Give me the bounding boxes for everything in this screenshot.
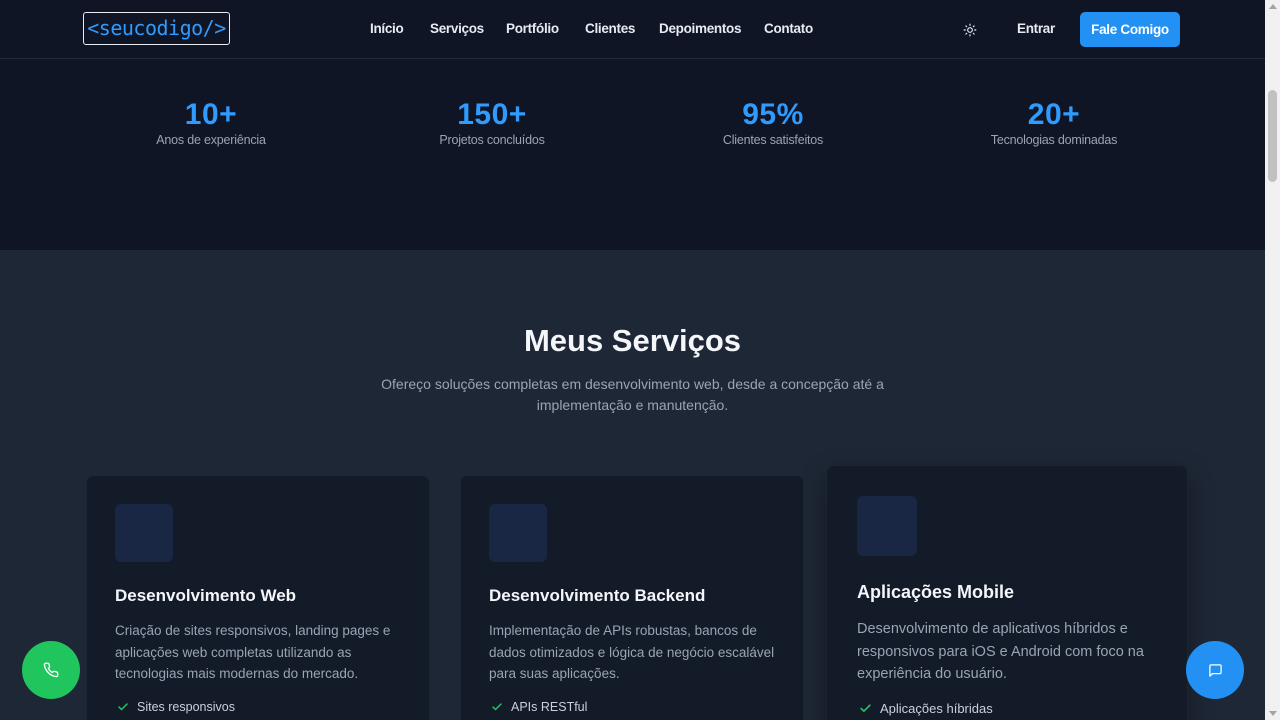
- check-icon: [118, 703, 128, 711]
- nav-link-depoimentos[interactable]: Depoimentos: [659, 21, 742, 36]
- theme-toggle-button[interactable]: [959, 19, 981, 41]
- site-header: <seucodigo/> Início Serviços Portfólio C…: [0, 0, 1265, 59]
- nav-link-portfolio[interactable]: Portfólio: [506, 21, 559, 36]
- stats-section: 10+ Anos de experiência 150+ Projetos co…: [0, 59, 1265, 250]
- nav-link-inicio[interactable]: Início: [370, 21, 404, 36]
- stat-label: Tecnologias dominadas: [990, 133, 1118, 147]
- chat-icon: [1208, 663, 1222, 677]
- logo[interactable]: <seucodigo/>: [83, 12, 230, 45]
- nav-link-clientes[interactable]: Clientes: [585, 21, 635, 36]
- sun-icon: [963, 23, 977, 37]
- stat-label: Clientes satisfeitos: [722, 133, 824, 147]
- card-feature-label: Sites responsivos: [137, 700, 235, 714]
- chat-button[interactable]: [1186, 641, 1244, 699]
- code-icon: [115, 504, 173, 562]
- stat-item: 95% Clientes satisfeitos: [653, 97, 893, 147]
- login-button[interactable]: Entrar: [1017, 21, 1055, 36]
- card-description: Desenvolvimento de aplicativos híbridos …: [857, 621, 1144, 682]
- services-section: Meus Serviços Ofereço soluções completas…: [0, 250, 1265, 720]
- scroll-up-arrow-icon[interactable]: [1269, 4, 1277, 9]
- phone-icon: [43, 662, 59, 678]
- smartphone-icon: [857, 496, 917, 556]
- stat-item: 10+ Anos de experiência: [91, 97, 331, 147]
- card-feature: Sites responsivos: [117, 700, 235, 714]
- check-icon: [860, 704, 871, 713]
- service-card-mobile[interactable]: Aplicações Mobile Desenvolvimento de apl…: [826, 465, 1188, 720]
- card-feature: Aplicações híbridas: [859, 701, 993, 716]
- scrollbar-thumb[interactable]: [1268, 90, 1277, 182]
- server-icon: [489, 504, 547, 562]
- card-title: Aplicações Mobile: [857, 582, 1015, 602]
- page-scrollbar[interactable]: [1265, 0, 1280, 720]
- stat-value: 150+: [457, 98, 527, 131]
- scroll-down-arrow-icon[interactable]: [1269, 711, 1277, 716]
- section-title: Meus Serviços: [523, 323, 742, 358]
- card-title: Desenvolvimento Web: [115, 586, 297, 605]
- section-subtitle: Ofereço soluções completas em desenvolvi…: [381, 376, 884, 413]
- stat-label: Projetos concluídos: [439, 133, 545, 147]
- card-description: Implementação de APIs robustas, bancos d…: [489, 623, 775, 681]
- card-feature-label: Aplicações híbridas: [880, 701, 993, 716]
- phone-button[interactable]: [22, 641, 80, 699]
- nav-link-contato[interactable]: Contato: [764, 21, 813, 36]
- nav-link-servicos[interactable]: Serviços: [430, 21, 484, 36]
- stat-value: 95%: [742, 98, 804, 131]
- card-feature: APIs RESTful: [491, 700, 587, 714]
- card-feature-label: APIs RESTful: [511, 700, 588, 714]
- check-icon: [492, 703, 502, 711]
- stat-item: 20+ Tecnologias dominadas: [934, 97, 1174, 147]
- contact-cta-button[interactable]: Fale Comigo: [1080, 12, 1180, 47]
- stat-item: 150+ Projetos concluídos: [372, 97, 612, 147]
- stat-label: Anos de experiência: [156, 133, 266, 147]
- card-description: Criação de sites responsivos, landing pa…: [115, 623, 391, 681]
- card-title: Desenvolvimento Backend: [489, 586, 706, 605]
- service-card-backend[interactable]: Desenvolvimento Backend Implementação de…: [460, 475, 804, 720]
- stat-value: 20+: [1027, 98, 1081, 131]
- service-card-web[interactable]: Desenvolvimento Web Criação de sites res…: [86, 475, 430, 720]
- stat-value: 10+: [184, 98, 238, 131]
